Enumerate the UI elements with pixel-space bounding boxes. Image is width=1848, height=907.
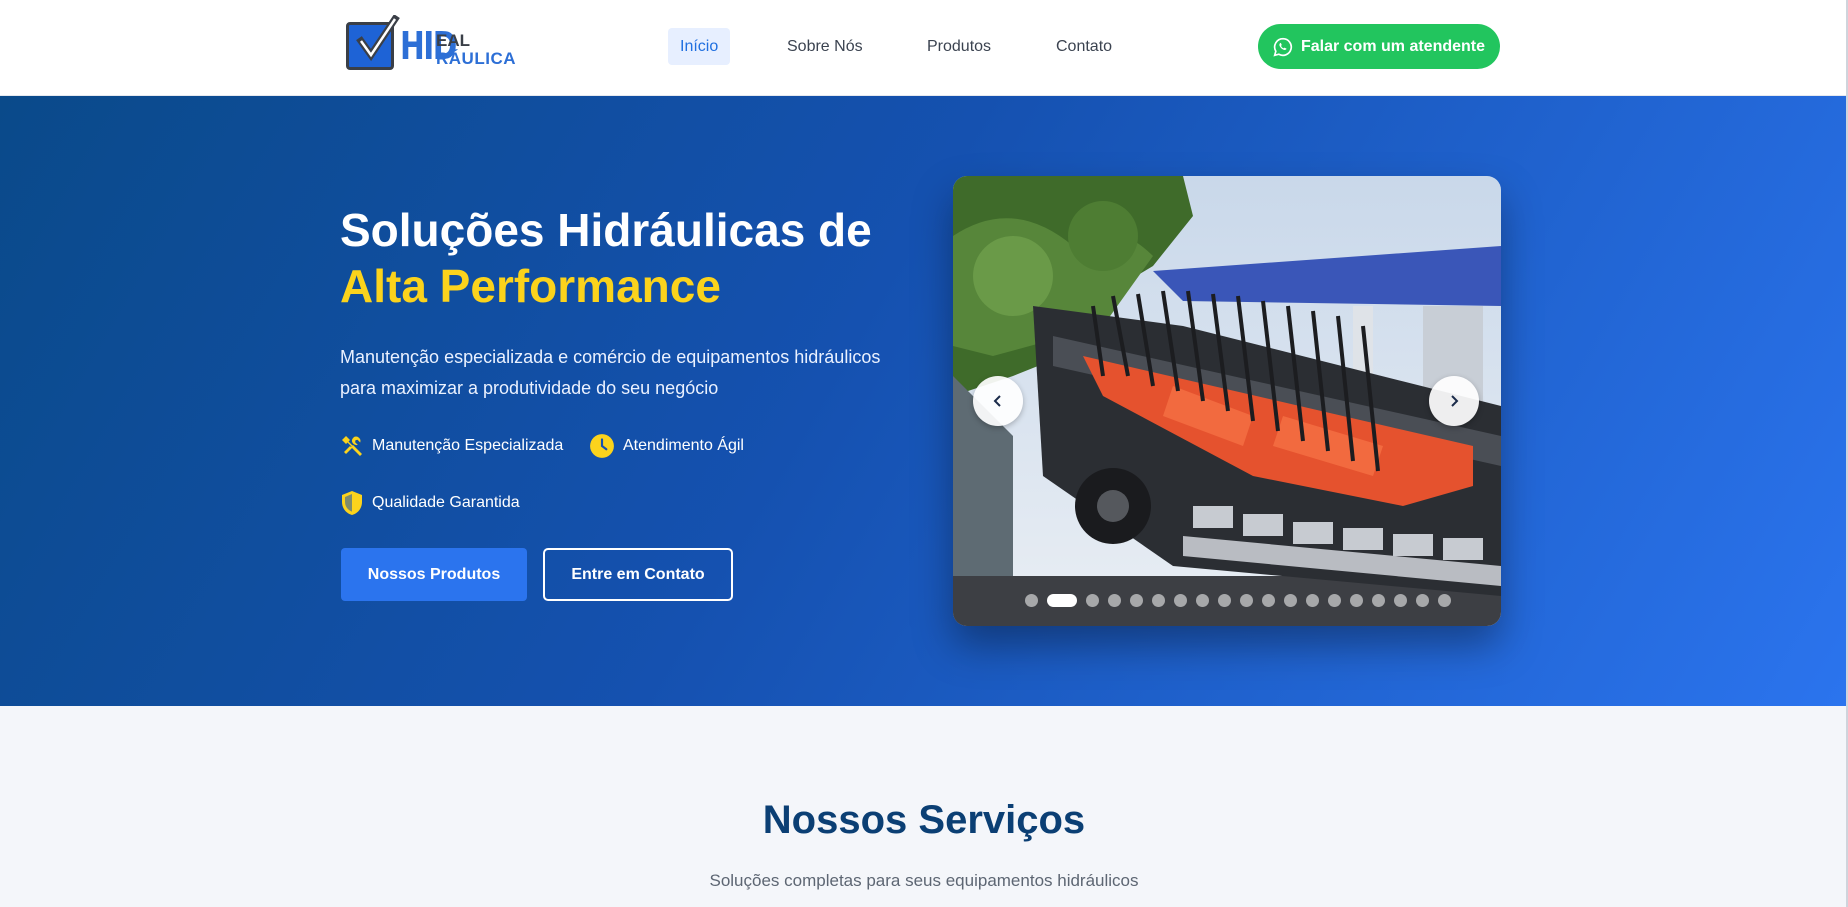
carousel-dot[interactable]	[1218, 593, 1231, 607]
site-header: HID EAL RÁULICA Início Sobre Nós Produto…	[0, 0, 1848, 96]
hero-title-highlight: Alta Performance	[340, 260, 721, 312]
hero-title: Soluções Hidráulicas de Alta Performance	[340, 202, 900, 314]
carousel-dot[interactable]	[1240, 593, 1253, 607]
logo-text-eal: EAL	[436, 31, 470, 50]
carousel-dot[interactable]	[1438, 593, 1451, 607]
nav-link-inicio[interactable]: Início	[668, 28, 731, 65]
feature-maintenance: Manutenção Especializada	[340, 433, 563, 459]
nav-link-sobre-nos[interactable]: Sobre Nós	[775, 28, 875, 65]
carousel-slide-image	[953, 176, 1501, 626]
carousel-dot[interactable]	[1108, 593, 1121, 607]
chevron-right-icon	[1451, 395, 1459, 407]
shield-icon	[342, 491, 362, 515]
hero-section: Soluções Hidráulicas de Alta Performance…	[0, 96, 1848, 706]
checkmark-box-icon	[346, 15, 400, 70]
carousel-indicators	[1025, 593, 1451, 607]
clock-icon	[590, 434, 614, 458]
nav-link-contato[interactable]: Contato	[1044, 28, 1124, 65]
carousel-dot[interactable]	[1152, 593, 1165, 607]
carousel-dot[interactable]	[1284, 593, 1297, 607]
carousel-dot[interactable]	[1416, 593, 1429, 607]
chevron-left-icon	[993, 395, 1001, 407]
carousel-dot[interactable]	[1174, 593, 1187, 607]
services-subtitle: Soluções completas para seus equipamento…	[709, 871, 1139, 890]
logo-text-raulica: RÁULICA	[436, 49, 516, 68]
contact-button[interactable]: Entre em Contato	[543, 548, 733, 601]
carousel-dot[interactable]	[1262, 593, 1275, 607]
carousel-dot[interactable]	[1196, 593, 1209, 607]
carousel-dot[interactable]	[1306, 593, 1319, 607]
feature-label: Manutenção Especializada	[372, 437, 564, 454]
whatsapp-icon	[1273, 37, 1293, 57]
carousel-dot[interactable]	[1328, 593, 1341, 607]
products-button[interactable]: Nossos Produtos	[341, 548, 527, 601]
product-carousel	[953, 176, 1501, 626]
tools-icon	[342, 436, 362, 456]
feature-fast-service: Atendimento Ágil	[589, 433, 744, 459]
carousel-dot[interactable]	[1025, 593, 1038, 607]
hero-title-line1: Soluções Hidráulicas de	[340, 204, 872, 256]
carousel-dot[interactable]	[1372, 593, 1385, 607]
carousel-dot[interactable]	[1086, 593, 1099, 607]
whatsapp-contact-button[interactable]: Falar com um atendente	[1258, 24, 1500, 69]
carousel-dot[interactable]	[1130, 593, 1143, 607]
carousel-prev-button[interactable]	[973, 376, 1023, 426]
brand-logo[interactable]: HID EAL RÁULICA	[346, 15, 526, 72]
services-title: Nossos Serviços	[762, 798, 1086, 842]
carousel-dot[interactable]	[1394, 593, 1407, 607]
feature-label: Qualidade Garantida	[372, 494, 520, 511]
hero-subtitle: Manutenção especializada e comércio de e…	[340, 347, 881, 398]
carousel-dot[interactable]	[1047, 593, 1077, 607]
carousel-next-button[interactable]	[1429, 376, 1479, 426]
carousel-dot[interactable]	[1350, 593, 1363, 607]
nav-link-produtos[interactable]: Produtos	[915, 28, 1003, 65]
feature-label: Atendimento Ágil	[623, 437, 744, 454]
whatsapp-button-label: Falar com um atendente	[1300, 37, 1486, 55]
feature-quality: Qualidade Garantida	[340, 490, 520, 516]
